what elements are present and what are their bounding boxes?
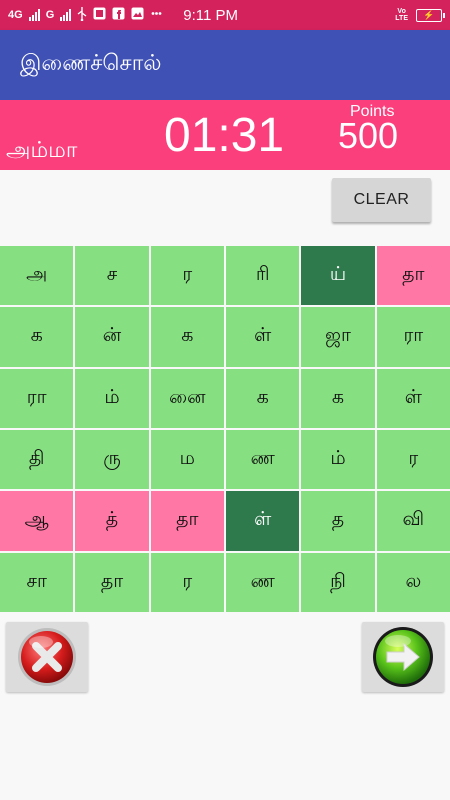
grid-cell[interactable]: ள் xyxy=(376,368,450,428)
signal-icon-2 xyxy=(60,9,72,21)
grid-cell[interactable]: நி xyxy=(301,552,375,612)
network-type-label: 4G xyxy=(8,9,23,21)
grid-cell[interactable]: ய் xyxy=(301,246,375,306)
grid-cell[interactable]: ச xyxy=(75,246,149,306)
grid-cell[interactable]: சா xyxy=(0,552,74,612)
grid-cell[interactable]: ரு xyxy=(75,429,149,490)
grid-cell[interactable]: ஆ xyxy=(0,491,74,551)
network-type-label-2: G xyxy=(45,9,55,21)
grid-cell[interactable]: ர xyxy=(150,246,224,306)
points-value: 500 xyxy=(338,115,399,156)
app-bar: இணைச்சொல் xyxy=(0,30,450,100)
grid-cell[interactable]: னை xyxy=(150,368,224,428)
grid-cell[interactable]: ன் xyxy=(75,307,149,367)
notification-icon xyxy=(93,7,106,23)
red-x-icon xyxy=(18,628,76,686)
grid-cell[interactable]: ள் xyxy=(226,307,300,367)
grid-cell[interactable]: ஜா xyxy=(301,307,375,367)
grid-cell[interactable]: ம் xyxy=(75,368,149,428)
grid-cell[interactable]: க xyxy=(0,307,74,367)
grid-cell[interactable]: ர xyxy=(150,552,224,612)
next-button[interactable] xyxy=(362,622,444,692)
grid-cell[interactable]: தா xyxy=(376,246,450,306)
more-icon xyxy=(150,7,163,23)
grid-cell[interactable]: அ xyxy=(0,246,74,306)
grid-cell[interactable]: ர xyxy=(376,429,450,490)
status-time: 9:11 PM xyxy=(183,6,238,24)
volte-bottom-label: LTE xyxy=(395,15,408,22)
facebook-icon xyxy=(112,7,125,23)
grid-cell[interactable]: ரி xyxy=(226,246,300,306)
grid-cell[interactable]: க xyxy=(150,307,224,367)
usb-icon xyxy=(77,6,87,24)
current-word: அம்மா xyxy=(6,138,78,163)
grid-cell[interactable]: தா xyxy=(150,491,224,551)
grid-cell[interactable]: ண xyxy=(226,552,300,612)
grid-cell[interactable]: வி xyxy=(376,491,450,551)
grid-cell[interactable]: ள் xyxy=(226,491,300,551)
grid-cell[interactable]: தா xyxy=(75,552,149,612)
cancel-button[interactable] xyxy=(6,622,88,692)
status-bar: 4G G 9:11 PM Vo LTE ⚡ xyxy=(0,0,450,30)
grid-cell[interactable]: ல xyxy=(376,552,450,612)
grid-cell[interactable]: ரா xyxy=(0,368,74,428)
green-arrow-icon xyxy=(373,627,433,687)
battery-icon: ⚡ xyxy=(416,8,445,22)
volte-icon: Vo LTE xyxy=(395,8,408,22)
volte-top-label: Vo xyxy=(397,8,406,15)
grid-cell[interactable]: ண xyxy=(226,429,300,490)
app-title: இணைச்சொல் xyxy=(20,51,162,76)
grid-cell[interactable]: ம் xyxy=(301,429,375,490)
letter-grid: அ ச ர ரி ய் தா க ன் க ள் ஜா ரா ரா ம் னை … xyxy=(0,246,450,612)
status-left: 4G G 9:11 PM xyxy=(8,6,238,24)
grid-cell[interactable]: த xyxy=(301,491,375,551)
battery-charging-symbol: ⚡ xyxy=(423,9,435,20)
grid-cell[interactable]: த் xyxy=(75,491,149,551)
grid-cell[interactable]: ம xyxy=(150,429,224,490)
gallery-icon xyxy=(131,7,144,23)
timer: 01:31 xyxy=(164,109,285,162)
grid-cell[interactable]: க xyxy=(226,368,300,428)
grid-cell[interactable]: க xyxy=(301,368,375,428)
score-bar: அம்மா 01:31 Points 500 xyxy=(0,100,450,170)
status-right: Vo LTE ⚡ xyxy=(395,8,445,22)
signal-icon xyxy=(28,9,40,21)
clear-button[interactable]: CLEAR xyxy=(332,178,431,222)
grid-cell[interactable]: ரா xyxy=(376,307,450,367)
grid-cell[interactable]: தி xyxy=(0,429,74,490)
